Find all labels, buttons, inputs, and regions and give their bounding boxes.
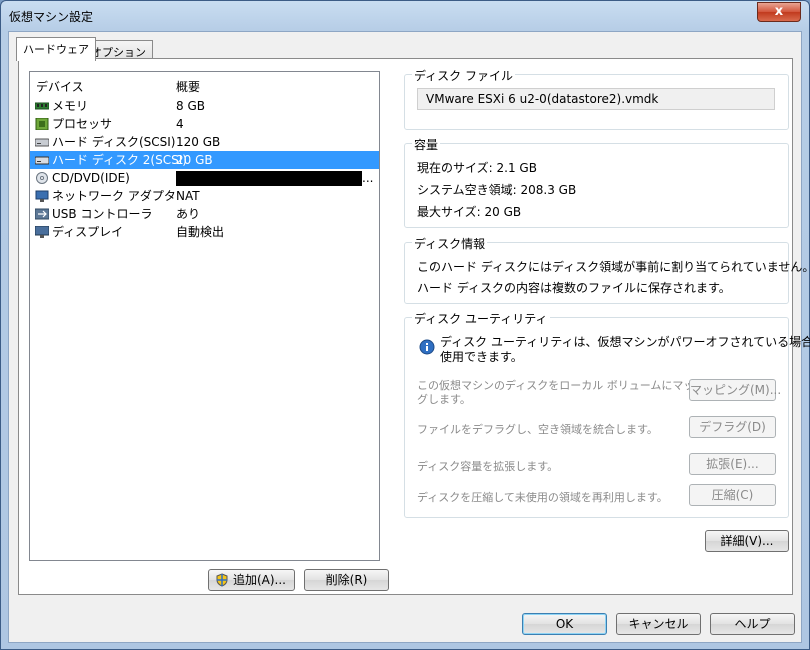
column-summary[interactable]: 概要 <box>176 78 200 95</box>
device-summary: 8 GB <box>176 99 205 113</box>
expand-button[interactable]: 拡張(E)... <box>689 453 776 475</box>
hard-disk-icon <box>35 138 49 147</box>
device-row-memory[interactable]: メモリ 8 GB <box>30 97 379 115</box>
remove-label: 削除(R) <box>325 573 368 587</box>
settings-window: 仮想マシン設定 x ハードウェア オプション デバイス 概要 メモリ 8 GB … <box>0 0 810 650</box>
expand-description: ディスク容量を拡張します。 <box>417 460 559 473</box>
device-summary: 4 <box>176 117 184 131</box>
memory-icon <box>35 102 49 110</box>
hardware-panel: デバイス 概要 メモリ 8 GB プロセッサ 4 ハード ディスク(SCSI) … <box>18 58 810 595</box>
help-label: ヘルプ <box>734 617 771 631</box>
map-button[interactable]: マッピング(M)... <box>689 379 781 401</box>
disk-file-group: ディスク ファイル VMware ESXi 6 u2-0(datastore2)… <box>404 67 789 130</box>
compact-description: ディスクを圧縮して未使用の領域を再利用します。 <box>417 491 668 504</box>
defrag-button[interactable]: デフラグ(D) <box>689 416 776 438</box>
tab-label: ハードウェア <box>23 43 89 56</box>
add-device-button[interactable]: 追加(A)... <box>208 569 295 591</box>
device-name: メモリ <box>52 99 89 113</box>
utility-info-line-2: 使用できます。 <box>440 350 523 364</box>
dialog-client: ハードウェア オプション デバイス 概要 メモリ 8 GB プロセッサ 4 ハー… <box>8 31 810 643</box>
hard-disk-icon <box>35 156 49 165</box>
details-label: 詳細(V)... <box>720 534 774 548</box>
cpu-icon <box>35 118 49 130</box>
capacity-group: 容量 現在のサイズ: 2.1 GB システム空き領域: 208.3 GB 最大サ… <box>404 136 789 228</box>
defrag-label: デフラグ(D) <box>699 420 766 434</box>
device-summary: 20 GB <box>176 153 213 167</box>
device-list[interactable]: デバイス 概要 メモリ 8 GB プロセッサ 4 ハード ディスク(SCSI) … <box>29 71 380 561</box>
device-summary: 120 GB <box>176 135 221 149</box>
compact-button[interactable]: 圧縮(C) <box>689 484 776 506</box>
ok-label: OK <box>555 617 574 631</box>
truncation-ellipsis: ... <box>362 171 374 185</box>
disk-info-line-1: このハード ディスクにはディスク領域が事前に割り当てられていません。 <box>417 260 810 274</box>
device-name: ハード ディスク 2(SCSI) <box>52 153 187 167</box>
map-description-2: グします。 <box>417 393 471 406</box>
close-button[interactable]: x <box>757 2 801 22</box>
disk-file-title: ディスク ファイル <box>412 67 515 84</box>
network-icon <box>35 190 49 202</box>
remove-device-button[interactable]: 削除(R) <box>304 569 389 591</box>
disk-info-line-2: ハード ディスクの内容は複数のファイルに保存されます。 <box>417 281 731 295</box>
disk-utility-group: ディスク ユーティリティ ディスク ユーティリティは、仮想マシンがパワーオフされ… <box>404 310 810 518</box>
ok-button[interactable]: OK <box>522 613 607 635</box>
device-summary: NAT <box>176 189 200 203</box>
max-size-text: 最大サイズ: 20 GB <box>417 205 522 219</box>
device-name: ディスプレイ <box>52 225 124 239</box>
device-name: ハード ディスク(SCSI) <box>52 135 176 149</box>
title-bar[interactable]: 仮想マシン設定 x <box>1 1 809 31</box>
tab-hardware[interactable]: ハードウェア <box>16 37 96 61</box>
cancel-label: キャンセル <box>628 617 689 631</box>
cancel-button[interactable]: キャンセル <box>616 613 701 635</box>
usb-icon <box>35 208 49 220</box>
uac-shield-icon <box>216 573 228 587</box>
redacted-summary <box>176 171 362 186</box>
device-list-header: デバイス 概要 <box>30 72 379 96</box>
device-row-hard-disk-1[interactable]: ハード ディスク(SCSI) 120 GB <box>30 133 379 151</box>
device-row-display[interactable]: ディスプレイ 自動検出 <box>30 223 379 241</box>
map-label: マッピング(M)... <box>690 383 782 397</box>
capacity-title: 容量 <box>412 136 441 153</box>
device-row-network[interactable]: ネットワーク アダプタ NAT <box>30 187 379 205</box>
window-title: 仮想マシン設定 <box>9 10 94 24</box>
device-row-processor[interactable]: プロセッサ 4 <box>30 115 379 133</box>
device-name: USB コントローラ <box>52 207 153 221</box>
device-name: プロセッサ <box>52 117 113 131</box>
monitor-icon <box>35 226 49 238</box>
close-icon: x <box>774 4 784 19</box>
system-free-text: システム空き領域: 208.3 GB <box>417 183 577 197</box>
help-button[interactable]: ヘルプ <box>710 613 795 635</box>
column-device[interactable]: デバイス <box>36 78 84 95</box>
details-button[interactable]: 詳細(V)... <box>705 530 789 552</box>
disk-info-title: ディスク情報 <box>412 235 488 252</box>
current-size-text: 現在のサイズ: 2.1 GB <box>417 161 537 175</box>
defrag-description: ファイルをデフラグし、空き領域を統合します。 <box>417 423 658 436</box>
device-name: ネットワーク アダプタ <box>52 189 176 203</box>
disk-info-group: ディスク情報 このハード ディスクにはディスク領域が事前に割り当てられていません… <box>404 235 810 304</box>
info-icon <box>419 339 435 355</box>
device-name: CD/DVD(IDE) <box>52 171 130 185</box>
expand-label: 拡張(E)... <box>706 457 759 471</box>
device-row-usb[interactable]: USB コントローラ あり <box>30 205 379 223</box>
disk-file-path[interactable]: VMware ESXi 6 u2-0(datastore2).vmdk <box>417 88 775 110</box>
device-row-cd-dvd[interactable]: CD/DVD(IDE) ... <box>30 169 379 187</box>
device-summary: あり <box>176 207 201 221</box>
cd-dvd-icon <box>36 172 48 184</box>
device-summary: 自動検出 <box>176 225 225 239</box>
compact-label: 圧縮(C) <box>711 488 754 502</box>
disk-utility-title: ディスク ユーティリティ <box>412 310 550 327</box>
device-row-hard-disk-2[interactable]: ハード ディスク 2(SCSI) 20 GB <box>30 151 379 169</box>
